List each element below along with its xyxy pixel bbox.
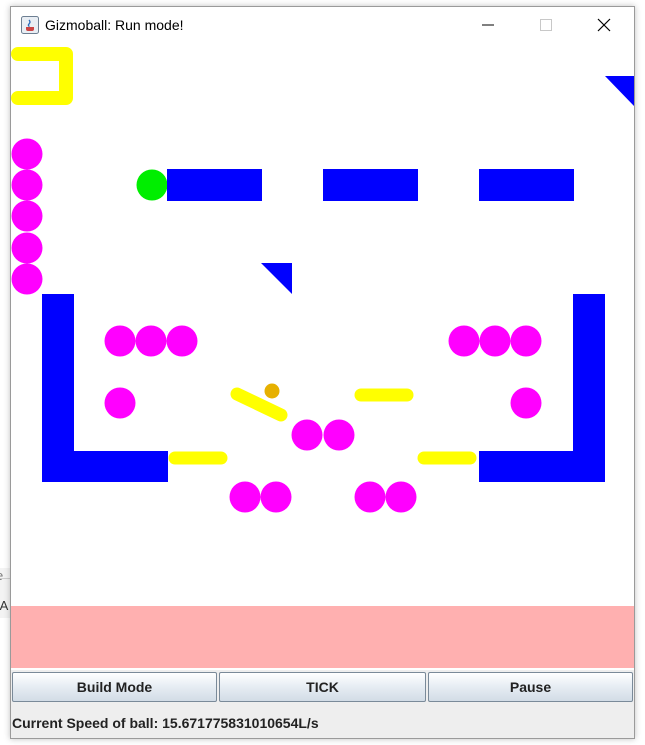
circle-bumper xyxy=(510,387,542,419)
circle-bumper xyxy=(229,481,261,513)
window-title: Gizmoball: Run mode! xyxy=(45,17,184,33)
circle-bumper xyxy=(479,325,511,357)
circle-bumper xyxy=(11,200,43,232)
circle-bumper xyxy=(11,169,43,201)
circle-bumper xyxy=(11,263,43,295)
right-wall-horizontal xyxy=(479,451,605,482)
circle-bumper xyxy=(291,419,323,451)
triangle-bumper-top-right xyxy=(605,76,634,106)
circle-bumper xyxy=(510,325,542,357)
square-bumper-row xyxy=(479,169,574,201)
pause-button[interactable]: Pause xyxy=(428,672,633,702)
square-bumper-row xyxy=(323,169,418,201)
build-mode-button[interactable]: Build Mode xyxy=(12,672,217,702)
circle-bumper xyxy=(166,325,198,357)
absorber xyxy=(11,606,634,668)
circle-bumper xyxy=(385,481,417,513)
close-button[interactable] xyxy=(582,7,628,44)
game-board[interactable] xyxy=(11,44,634,606)
tick-button[interactable]: TICK xyxy=(219,672,426,702)
circle-bumper xyxy=(11,232,43,264)
triangle-bumper-middle xyxy=(261,263,292,294)
circle-bumper xyxy=(323,419,355,451)
ball xyxy=(264,383,280,399)
minimize-icon xyxy=(482,24,494,26)
circle-bumper xyxy=(448,325,480,357)
left-wall-horizontal xyxy=(42,451,168,482)
maximize-icon xyxy=(540,19,552,31)
gizmoball-window: Gizmoball: Run mode! Build Mode TICK Pau… xyxy=(10,6,635,739)
minimize-button[interactable] xyxy=(466,7,512,44)
green-circle-bumper xyxy=(136,169,168,201)
circle-bumper xyxy=(104,387,136,419)
close-icon xyxy=(597,18,611,32)
java-app-icon xyxy=(21,16,39,34)
title-bar[interactable]: Gizmoball: Run mode! xyxy=(11,7,634,44)
circle-bumper xyxy=(260,481,292,513)
circle-bumper xyxy=(11,138,43,170)
circle-bumper xyxy=(135,325,167,357)
circle-bumper xyxy=(104,325,136,357)
circle-bumper xyxy=(354,481,386,513)
maximize-button[interactable] xyxy=(524,7,570,44)
ball-speed-label: Current Speed of ball: 15.67177583101065… xyxy=(12,715,319,731)
background-text-bottom: \A xyxy=(0,598,9,613)
button-bar: Build Mode TICK Pause xyxy=(11,670,634,706)
square-bumper-row xyxy=(167,169,262,201)
status-bar: Current Speed of ball: 15.67177583101065… xyxy=(11,706,634,738)
flipper-top-left xyxy=(11,47,73,105)
board-canvas xyxy=(11,47,634,513)
background-text-top: e xyxy=(0,568,3,583)
